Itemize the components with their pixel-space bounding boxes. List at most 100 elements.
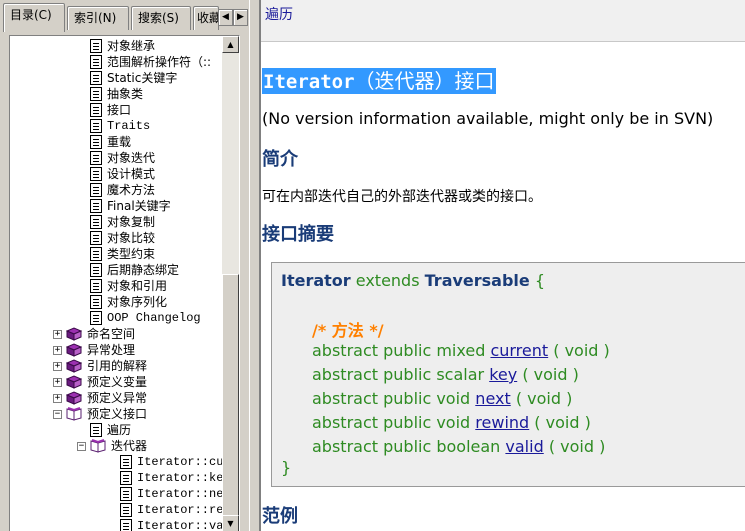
collapse-icon[interactable]: −: [53, 410, 62, 419]
tree-item-label: Iterator::val: [137, 519, 223, 531]
tree-item-label: Static关键字: [107, 71, 178, 85]
tree-item-label: 预定义变量: [87, 375, 148, 389]
book-closed-icon: [66, 391, 86, 405]
collapse-icon[interactable]: −: [77, 442, 86, 451]
tree-item[interactable]: 范围解析操作符（::: [90, 54, 212, 70]
contents-tree-frame: 对象继承 范围解析操作符（:: Static关键字 抽象类 接口 Traits 重载 对象迭代…: [9, 35, 240, 531]
method-link[interactable]: valid: [505, 437, 543, 456]
tree-item-label: 后期静态绑定: [107, 263, 180, 277]
tree-item[interactable]: Final关键字: [90, 198, 172, 214]
tab-scroll-buttons: ◀ ▶: [218, 9, 248, 26]
tree-item[interactable]: 对象复制: [90, 214, 156, 230]
method-link[interactable]: rewind: [475, 413, 529, 432]
tree-item-label: 命名空间: [87, 327, 136, 341]
tree-item-label: Iterator::nex: [137, 487, 223, 501]
method-link[interactable]: current: [490, 341, 548, 360]
tree-item[interactable]: Iterator::nex: [120, 486, 223, 502]
tree-item[interactable]: 对象比较: [90, 230, 156, 246]
expand-icon[interactable]: +: [53, 330, 62, 339]
heading-synopsis: 接口摘要: [262, 224, 334, 245]
page-icon: [90, 87, 102, 101]
method-signature-prefix: abstract public void: [312, 413, 471, 432]
tree-item-label: 对象序列化: [107, 295, 168, 309]
tree-item[interactable]: Iterator::key: [120, 470, 223, 486]
tree-item[interactable]: 设计模式: [90, 166, 156, 182]
tree-item[interactable]: 命名空间: [66, 326, 136, 342]
tab-search[interactable]: 搜索(S): [131, 6, 191, 30]
page-icon: [90, 135, 102, 149]
tree-item[interactable]: 魔术方法: [90, 182, 156, 198]
page-icon: [90, 183, 102, 197]
synopsis-open-brace: {: [534, 271, 546, 290]
scroll-thumb[interactable]: [222, 274, 239, 530]
tree-item[interactable]: 重载: [90, 134, 132, 150]
page-icon: [90, 295, 102, 309]
page-icon: [90, 167, 102, 181]
page-icon: [90, 423, 102, 437]
tree-item-label: 遍历: [107, 423, 132, 437]
tree-item[interactable]: Traits: [90, 118, 151, 134]
tree-item[interactable]: 异常处理: [66, 342, 136, 358]
tree-item[interactable]: 预定义变量: [66, 374, 148, 390]
tree-item[interactable]: 抽象类: [90, 86, 144, 102]
page-icon: [90, 247, 102, 261]
tree-item-label: OOP Changelog: [107, 311, 201, 325]
tree-item[interactable]: 预定义异常: [66, 390, 148, 406]
tab-index[interactable]: 索引(N): [67, 6, 129, 30]
tree-vertical-scrollbar[interactable]: ▲ ▼: [222, 36, 239, 531]
book-closed-icon: [66, 375, 86, 389]
scroll-down-button[interactable]: ▼: [222, 515, 239, 531]
page-title-rest: （迭代器）接口: [354, 69, 495, 93]
tree-item[interactable]: Static关键字: [90, 70, 178, 86]
tree-item[interactable]: Iterator::val: [120, 518, 223, 531]
method-args: ( void ): [534, 413, 591, 432]
tree-item[interactable]: 对象迭代: [90, 150, 156, 166]
tab-favorites[interactable]: 收藏: [193, 6, 219, 30]
tree-item[interactable]: Iterator::cur: [120, 454, 223, 470]
tree-item-label: 魔术方法: [107, 183, 156, 197]
tree-item[interactable]: 迭代器: [90, 438, 148, 454]
version-info: (No version information available, might…: [262, 109, 714, 128]
method-args: ( void ): [522, 365, 579, 384]
tree-item[interactable]: OOP Changelog: [90, 310, 202, 326]
pane-splitter[interactable]: [249, 0, 259, 531]
expand-icon[interactable]: +: [53, 362, 62, 371]
tree-item[interactable]: 接口: [90, 102, 132, 118]
tree-item-label: Final关键字: [107, 199, 171, 213]
book-open-icon: [66, 407, 86, 421]
tree-item[interactable]: 后期静态绑定: [90, 262, 180, 278]
method-link[interactable]: key: [489, 365, 517, 384]
tree-item[interactable]: 遍历: [90, 422, 132, 438]
tree-item[interactable]: 对象继承: [90, 38, 156, 54]
tree-item[interactable]: 对象序列化: [90, 294, 168, 310]
tab-scroll-right-button[interactable]: ▶: [233, 9, 248, 26]
prev-page-link[interactable]: 遍历: [265, 4, 293, 24]
method-signature-prefix: abstract public void: [312, 389, 471, 408]
page-icon: [120, 487, 132, 501]
tree-item-label: 对象继承: [107, 39, 156, 53]
tree-item[interactable]: 引用的解释: [66, 358, 148, 374]
page-icon: [90, 311, 102, 325]
synopsis-method-row: abstract public void rewind ( void ): [312, 413, 591, 433]
synopsis-parent-name[interactable]: Traversable: [425, 271, 530, 290]
method-link[interactable]: next: [475, 389, 510, 408]
tree-item[interactable]: Iterator::rew: [120, 502, 223, 518]
method-signature-prefix: abstract public mixed: [312, 341, 486, 360]
synopsis-methods-comment: /* 方法 */: [312, 321, 384, 340]
method-signature-prefix: abstract public scalar: [312, 365, 485, 384]
page-icon: [90, 71, 102, 85]
tree-item[interactable]: 预定义接口: [66, 406, 148, 422]
expand-icon[interactable]: +: [53, 394, 62, 403]
tree-item[interactable]: 类型约束: [90, 246, 156, 262]
expand-icon[interactable]: +: [53, 378, 62, 387]
expand-icon[interactable]: +: [53, 346, 62, 355]
tab-scroll-left-button[interactable]: ◀: [218, 9, 233, 26]
tree-item-label: 迭代器: [111, 439, 148, 453]
tree-item[interactable]: 对象和引用: [90, 278, 168, 294]
heading-intro: 简介: [262, 149, 298, 170]
scroll-up-button[interactable]: ▲: [222, 36, 239, 53]
page-icon: [90, 215, 102, 229]
tab-contents[interactable]: 目录(C): [3, 3, 65, 32]
synopsis-method-row: abstract public mixed current ( void ): [312, 341, 610, 361]
tree-item-label: 预定义异常: [87, 391, 148, 405]
